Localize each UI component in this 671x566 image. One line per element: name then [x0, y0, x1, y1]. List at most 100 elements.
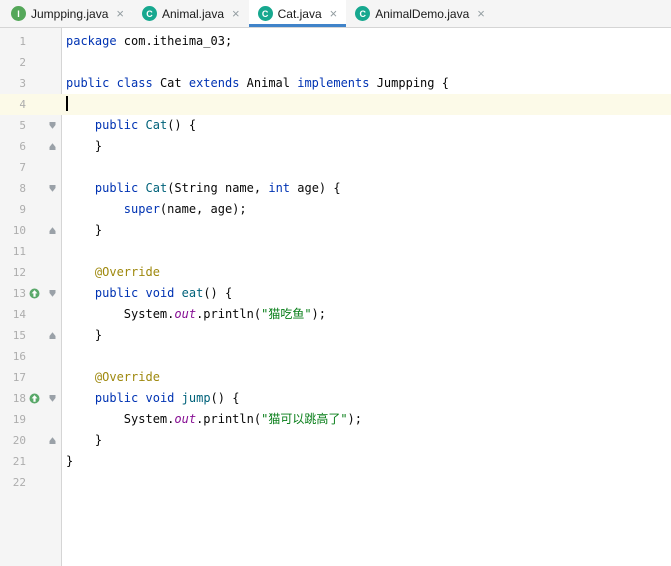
overriding-method-icon[interactable]: [26, 388, 43, 409]
line-number: 9: [19, 203, 26, 216]
code-token-method_decl: eat: [181, 286, 204, 300]
code-token-plain: );: [311, 307, 326, 321]
line-number: 21: [12, 455, 26, 468]
fold-marker-slot: [43, 241, 62, 262]
class-icon: C: [257, 6, 273, 21]
editor-tab-animal-java[interactable]: C Animal.java ×: [133, 0, 249, 27]
code-token-plain: () {: [210, 391, 240, 405]
interface-icon: I: [11, 6, 26, 21]
code-line-16: 16: [0, 346, 671, 367]
code-line-7: 7: [0, 157, 671, 178]
code-line-11: 11: [0, 241, 671, 262]
ide-window: I Jumpping.java × C Animal.java × C Cat.java × C A…: [0, 0, 671, 566]
fold-marker-start-icon[interactable]: [43, 388, 62, 409]
gutter-icon-slot: [26, 346, 43, 367]
code-line-content[interactable]: public void jump() {: [62, 388, 671, 409]
code-line-5: 5 public Cat() {: [0, 115, 671, 136]
code-token-plain: Cat: [152, 76, 189, 90]
code-token-plain: .println(: [196, 307, 262, 321]
editor-lines: 1 package com.itheima_03; 2 3 public class C…: [0, 28, 671, 493]
tab-close-icon[interactable]: ×: [232, 7, 240, 20]
code-line-15: 15 }: [0, 325, 671, 346]
code-line-content[interactable]: @Override: [62, 262, 671, 283]
code-line-content[interactable]: public Cat(String name, int age) {: [62, 178, 671, 199]
line-number: 6: [19, 140, 26, 153]
code-token-keyword: public: [94, 286, 139, 300]
code-line-content[interactable]: public Cat() {: [62, 115, 671, 136]
class-icon: C: [141, 6, 157, 21]
line-number: 4: [19, 98, 26, 111]
gutter-icon-slot: [26, 304, 43, 325]
code-token-plain: com.itheima_03;: [116, 34, 233, 48]
code-line-20: 20 }: [0, 430, 671, 451]
editor-tab-cat-java[interactable]: C Cat.java ×: [248, 0, 347, 27]
code-line-content[interactable]: }: [62, 136, 671, 157]
code-token-keyword: void: [145, 286, 175, 300]
code-line-content[interactable]: public void eat() {: [62, 283, 671, 304]
tab-close-icon[interactable]: ×: [477, 7, 485, 20]
fold-marker-start-icon[interactable]: [43, 115, 62, 136]
code-line-content[interactable]: System.out.println("猫吃鱼");: [62, 304, 671, 325]
code-token-keyword: public: [66, 76, 110, 90]
fold-marker-slot: [43, 52, 62, 73]
fold-marker-slot: [43, 472, 62, 493]
code-line-content[interactable]: }: [62, 220, 671, 241]
tab-label: Animal.java: [161, 6, 225, 21]
code-token-plain: (name, age);: [159, 202, 247, 216]
code-token-plain: Animal: [239, 76, 298, 90]
code-line-content[interactable]: }: [62, 451, 671, 472]
tab-close-icon[interactable]: ×: [330, 7, 338, 20]
code-line-9: 9 super(name, age);: [0, 199, 671, 220]
gutter-icon-slot: [26, 178, 43, 199]
fold-marker-end-icon[interactable]: [43, 430, 62, 451]
code-line-content[interactable]: [62, 472, 671, 493]
gutter-icon-slot: [26, 430, 43, 451]
overriding-method-icon[interactable]: [26, 283, 43, 304]
fold-marker-end-icon[interactable]: [43, 325, 62, 346]
line-number: 1: [19, 35, 26, 48]
line-number: 3: [19, 77, 26, 90]
code-line-content[interactable]: super(name, age);: [62, 199, 671, 220]
line-number: 7: [19, 161, 26, 174]
code-token-plain: );: [347, 412, 362, 426]
line-number: 5: [19, 119, 26, 132]
code-token-plain: }: [66, 454, 74, 468]
code-token-annotation: @Override: [94, 370, 160, 384]
line-number: 17: [12, 371, 26, 384]
code-line-content[interactable]: [62, 52, 671, 73]
fold-marker-start-icon[interactable]: [43, 178, 62, 199]
code-line-content[interactable]: [62, 241, 671, 262]
gutter-icon-slot: [26, 94, 43, 115]
code-line-content[interactable]: }: [62, 430, 671, 451]
code-line-10: 10 }: [0, 220, 671, 241]
code-line-content[interactable]: @Override: [62, 367, 671, 388]
gutter-icon-slot: [26, 115, 43, 136]
fold-marker-end-icon[interactable]: [43, 136, 62, 157]
code-line-content[interactable]: System.out.println("猫可以跳高了");: [62, 409, 671, 430]
tab-close-icon[interactable]: ×: [116, 7, 124, 20]
tab-label: AnimalDemo.java: [375, 6, 470, 21]
fold-marker-start-icon[interactable]: [43, 283, 62, 304]
code-token-keyword: void: [145, 391, 175, 405]
code-line-content[interactable]: public class Cat extends Animal implemen…: [62, 73, 671, 94]
code-token-method_decl: jump: [181, 391, 211, 405]
code-line-content[interactable]: [62, 157, 671, 178]
code-editor[interactable]: 1 package com.itheima_03; 2 3 public class C…: [0, 28, 671, 566]
code-line-content[interactable]: }: [62, 325, 671, 346]
code-line-content[interactable]: package com.itheima_03;: [62, 31, 671, 52]
line-number: 13: [12, 287, 26, 300]
editor-tab-animaldemo-java[interactable]: C AnimalDemo.java ×: [346, 0, 494, 27]
code-token-keyword: public: [94, 391, 139, 405]
code-line-content[interactable]: [62, 346, 671, 367]
line-number: 14: [12, 308, 26, 321]
fold-marker-end-icon[interactable]: [43, 220, 62, 241]
line-number: 8: [19, 182, 26, 195]
gutter-icon-slot: [26, 136, 43, 157]
code-line-content[interactable]: [62, 94, 671, 115]
editor-tab-jumpping-java[interactable]: I Jumpping.java ×: [2, 0, 133, 27]
code-token-keyword: package: [66, 34, 117, 48]
